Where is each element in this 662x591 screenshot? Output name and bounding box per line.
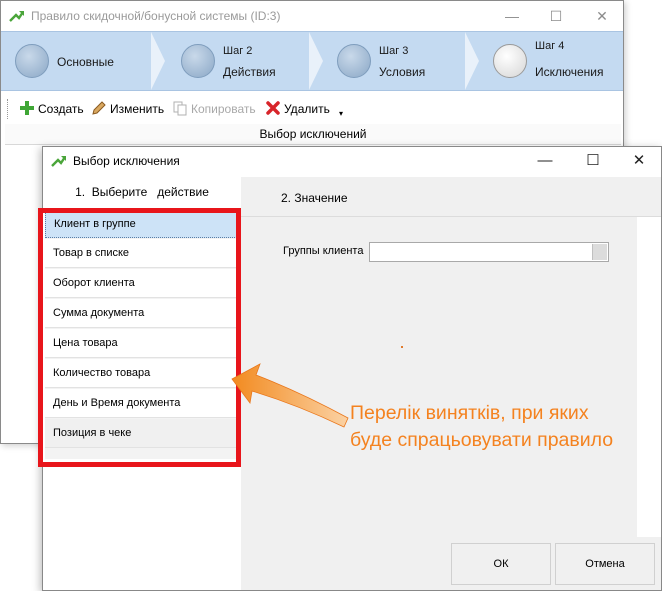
- step-separator: [309, 32, 323, 90]
- client-groups-label: Группы клиента: [283, 245, 364, 257]
- step-label: Основные: [57, 55, 114, 69]
- app-arrow-icon: [9, 11, 24, 22]
- step-exclusions[interactable]: Шаг 4 Исключения: [479, 32, 623, 90]
- highlight-frame: [38, 208, 241, 467]
- dialog-close-button[interactable]: ✕: [617, 147, 661, 175]
- close-button[interactable]: ✕: [587, 1, 617, 31]
- client-groups-field[interactable]: [369, 242, 609, 262]
- copy-label: Копировать: [191, 102, 256, 116]
- create-button[interactable]: Создать: [19, 100, 84, 118]
- dialog-minimize-button[interactable]: —: [523, 147, 567, 175]
- annotation-line-1: Перелік винятків, при яких: [350, 402, 589, 424]
- stray-dot: [401, 346, 403, 348]
- step-label: Условия: [379, 65, 426, 79]
- copy-icon: [173, 101, 187, 116]
- value-header-label: 2. Значение: [281, 191, 348, 205]
- plus-icon: [20, 101, 34, 115]
- window-titlebar: Правило скидочной/бонусной системы (ID:3…: [1, 1, 623, 31]
- edit-button[interactable]: Изменить: [91, 100, 164, 118]
- value-panel: [241, 217, 637, 537]
- minimize-button[interactable]: —: [497, 1, 527, 31]
- window-title: Правило скидочной/бонусной системы (ID:3…: [31, 9, 281, 23]
- maximize-button[interactable]: ☐: [541, 1, 571, 31]
- choose-action-header: 1. Выберите действие: [75, 185, 209, 199]
- step-number: Шаг 3: [379, 45, 409, 57]
- toolbar-grip[interactable]: [7, 99, 11, 119]
- edit-label: Изменить: [110, 102, 165, 116]
- step-number: Шаг 2: [223, 45, 253, 57]
- dialog-titlebar: Выбор исключения — ☐ ✕: [43, 147, 661, 175]
- step-number: Шаг 4: [535, 40, 565, 52]
- annotation-line-2: буде спрацьовувати правило: [350, 429, 614, 451]
- step-indicator-icon: [337, 44, 371, 78]
- app-arrow-icon: [51, 156, 66, 167]
- annotation-text: Перелік винятків, при яких буде спрацьов…: [350, 400, 613, 454]
- dialog-title: Выбор исключения: [73, 154, 180, 168]
- dialog-footer: ОК Отмена: [241, 537, 661, 590]
- delete-button[interactable]: Удалить: [265, 100, 330, 118]
- cancel-button[interactable]: Отмена: [555, 543, 655, 585]
- dropdown-button-icon[interactable]: [592, 244, 607, 260]
- delete-label: Удалить: [284, 102, 330, 116]
- step-separator: [465, 32, 479, 90]
- toolbar: Создать Изменить Копировать Удалить ▾: [7, 97, 347, 121]
- delete-x-icon: [266, 101, 280, 115]
- create-label: Создать: [38, 102, 84, 116]
- step-basic[interactable]: Основные: [1, 32, 151, 90]
- exclusions-grid-header: Выбор исключений: [5, 124, 621, 145]
- toolbar-overflow-icon[interactable]: ▾: [339, 105, 343, 123]
- step-conditions[interactable]: Шаг 3 Условия: [323, 32, 473, 90]
- dialog-maximize-button[interactable]: ☐: [571, 147, 615, 175]
- step-indicator-icon: [181, 44, 215, 78]
- step-separator: [151, 32, 165, 90]
- step-label: Исключения: [535, 65, 604, 79]
- pencil-icon: [92, 101, 106, 115]
- value-header: 2. Значение: [241, 177, 661, 217]
- step-indicator-icon: [15, 44, 49, 78]
- step-actions[interactable]: Шаг 2 Действия: [167, 32, 317, 90]
- copy-button[interactable]: Копировать: [172, 100, 256, 118]
- step-label: Действия: [223, 65, 276, 79]
- ok-button[interactable]: ОК: [451, 543, 551, 585]
- wizard-steps: Основные Шаг 2 Действия Шаг 3 Условия Ша…: [1, 31, 623, 91]
- step-indicator-icon: [493, 44, 527, 78]
